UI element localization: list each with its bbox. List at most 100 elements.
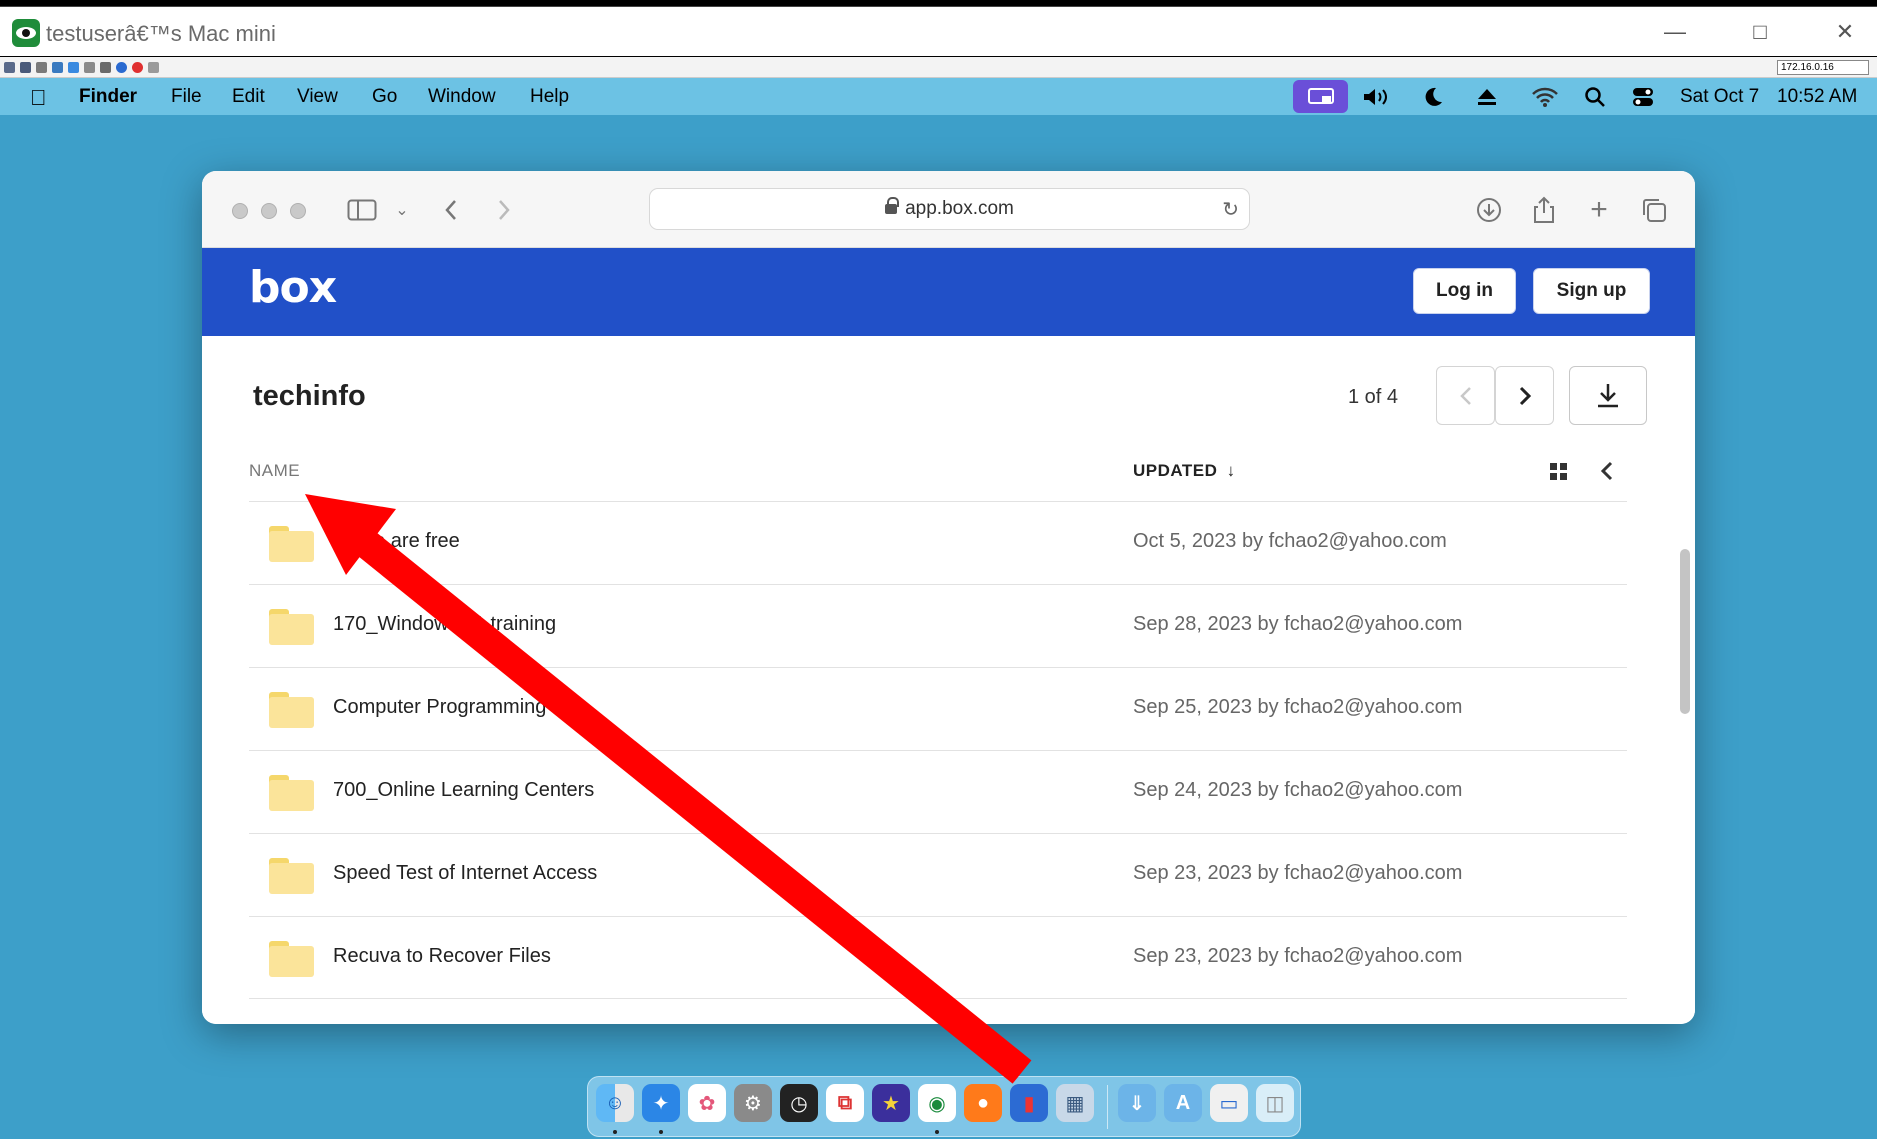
safari-icon[interactable]: ✦: [642, 1084, 680, 1122]
item-name[interactable]: Speed Test of Internet Access: [333, 862, 597, 885]
vnc-tool-icon[interactable]: [100, 62, 111, 73]
virtualbox-icon[interactable]: ▦: [1056, 1084, 1094, 1122]
item-name[interactable]: Computer Programming: [333, 696, 546, 719]
remote-desktop-icon[interactable]: ⧉: [826, 1084, 864, 1122]
ip-address-field[interactable]: 172.16.0.16: [1777, 60, 1869, 75]
vnc-tool-icon[interactable]: [84, 62, 95, 73]
wifi-icon[interactable]: [1528, 83, 1562, 111]
downloads-icon[interactable]: [1474, 193, 1504, 227]
next-page-button[interactable]: [1495, 366, 1554, 425]
menu-file[interactable]: File: [171, 86, 202, 108]
window-thumbnail-icon[interactable]: ▭: [1210, 1084, 1248, 1122]
menu-finder[interactable]: Finder: [79, 86, 137, 108]
table-row[interactable]: Computer Programming Sep 25, 2023 by fch…: [249, 667, 1627, 750]
vnc-tool-icon[interactable]: [148, 62, 159, 73]
table-row[interactable]: Recuva to Recover Files Sep 23, 2023 by …: [249, 916, 1627, 999]
vnc-eye-icon: [12, 19, 40, 47]
file-list: Some are free Oct 5, 2023 by fchao2@yaho…: [249, 501, 1627, 999]
prev-page-button[interactable]: [1436, 366, 1495, 425]
tab-overview-icon[interactable]: [1638, 193, 1670, 227]
vnc-tool-icon[interactable]: [68, 62, 79, 73]
lock-icon: [885, 197, 900, 216]
finder-icon[interactable]: ☺: [596, 1084, 634, 1122]
dock-separator: [1107, 1085, 1108, 1129]
item-name[interactable]: Some are free: [333, 530, 460, 553]
chrome-icon[interactable]: ◉: [918, 1084, 956, 1122]
vnc-tool-icon[interactable]: [20, 62, 31, 73]
table-row[interactable]: Speed Test of Internet Access Sep 23, 20…: [249, 833, 1627, 916]
vnc-tool-icon[interactable]: [4, 62, 15, 73]
item-updated: Sep 24, 2023 by fchao2@yahoo.com: [1133, 779, 1463, 801]
applications-folder-icon[interactable]: A: [1164, 1084, 1202, 1122]
spotlight-search-icon[interactable]: [1580, 83, 1610, 111]
minimize-icon[interactable]: —: [1650, 15, 1700, 49]
menu-go[interactable]: Go: [372, 86, 397, 108]
close-icon[interactable]: ✕: [1820, 15, 1870, 49]
item-name[interactable]: Recuva to Recover Files: [333, 945, 551, 968]
updated-column-header[interactable]: UPDATED ↓: [1133, 461, 1236, 481]
downloads-folder-icon[interactable]: ⇓: [1118, 1084, 1156, 1122]
address-bar[interactable]: app.box.com ↻: [649, 188, 1250, 230]
vnc-window-title: testuserâ€™s Mac mini: [46, 21, 276, 46]
table-row[interactable]: Some are free Oct 5, 2023 by fchao2@yaho…: [249, 501, 1627, 584]
folder-icon: [269, 775, 314, 811]
scrollbar[interactable]: [1680, 549, 1690, 714]
info-icon[interactable]: [116, 62, 127, 73]
menubar-time[interactable]: 10:52 AM: [1777, 86, 1857, 108]
imovie-icon[interactable]: ★: [872, 1084, 910, 1122]
trash-icon[interactable]: ◫: [1256, 1084, 1294, 1122]
item-name[interactable]: 170_Windows 11 training: [333, 613, 556, 636]
photos-icon[interactable]: ✿: [688, 1084, 726, 1122]
window-close-button[interactable]: [232, 203, 248, 219]
collapse-sidebar-icon[interactable]: [1595, 459, 1619, 483]
vnc-tool-icon[interactable]: [36, 62, 47, 73]
item-updated: Sep 23, 2023 by fchao2@yahoo.com: [1133, 862, 1463, 884]
back-icon[interactable]: [438, 193, 464, 227]
vnc-tool-icon[interactable]: [52, 62, 63, 73]
folder-content: techinfo 1 of 4 NAME UPDATED ↓ Some are …: [202, 336, 1695, 1024]
maximize-icon[interactable]: □: [1735, 15, 1785, 49]
chevron-down-icon[interactable]: ⌄: [392, 193, 412, 227]
do-not-disturb-icon[interactable]: [1418, 83, 1448, 111]
menu-window[interactable]: Window: [428, 86, 496, 108]
menu-view[interactable]: View: [297, 86, 338, 108]
table-row[interactable]: 170_Windows 11 training Sep 28, 2023 by …: [249, 584, 1627, 667]
download-button[interactable]: [1569, 366, 1647, 425]
signup-button[interactable]: Sign up: [1533, 268, 1650, 314]
running-indicator: [613, 1130, 617, 1134]
login-button[interactable]: Log in: [1413, 268, 1516, 314]
forward-icon[interactable]: [491, 193, 517, 227]
control-center-icon[interactable]: [1628, 83, 1658, 111]
page-indicator: 1 of 4: [1348, 386, 1399, 408]
item-updated: Sep 23, 2023 by fchao2@yahoo.com: [1133, 945, 1463, 967]
window-minimize-button[interactable]: [261, 203, 277, 219]
box-logo[interactable]: box: [249, 262, 337, 313]
menubar-date[interactable]: Sat Oct 7: [1680, 86, 1759, 108]
new-tab-icon[interactable]: +: [1584, 193, 1614, 227]
window-zoom-button[interactable]: [290, 203, 306, 219]
table-row[interactable]: 700_Online Learning Centers Sep 24, 2023…: [249, 750, 1627, 833]
sidebar-toggle-icon[interactable]: [345, 193, 379, 227]
eject-icon[interactable]: [1472, 83, 1502, 111]
running-indicator: [935, 1130, 939, 1134]
menu-help[interactable]: Help: [530, 86, 569, 108]
firefox-icon[interactable]: ●: [964, 1084, 1002, 1122]
dock: ☺ ✦ ✿ ⚙ ◷ ⧉ ★ ◉ ● ▮ ▦ ⇓ A ▭ ◫: [587, 1076, 1301, 1137]
share-icon[interactable]: [1529, 193, 1559, 227]
item-name[interactable]: 700_Online Learning Centers: [333, 779, 594, 802]
safari-window: ⌄ app.box.com ↻ + box Log in Sign up tec…: [202, 171, 1695, 1024]
reload-icon[interactable]: ↻: [1222, 197, 1239, 222]
sort-down-arrow-icon: ↓: [1226, 461, 1236, 480]
disconnect-icon[interactable]: [132, 62, 143, 73]
grid-view-icon[interactable]: [1546, 459, 1570, 483]
screen-mirroring-icon[interactable]: [1293, 80, 1348, 113]
menu-edit[interactable]: Edit: [232, 86, 265, 108]
system-settings-icon[interactable]: ⚙: [734, 1084, 772, 1122]
speedtest-icon[interactable]: ◷: [780, 1084, 818, 1122]
parallels-icon[interactable]: ▮: [1010, 1084, 1048, 1122]
volume-icon[interactable]: [1360, 83, 1394, 111]
apple-logo-icon[interactable]: : [30, 85, 47, 111]
menu-bar:  Finder File Edit View Go Window Help S…: [0, 78, 1877, 115]
name-column-header[interactable]: NAME: [249, 461, 300, 481]
download-icon: [1598, 383, 1618, 407]
